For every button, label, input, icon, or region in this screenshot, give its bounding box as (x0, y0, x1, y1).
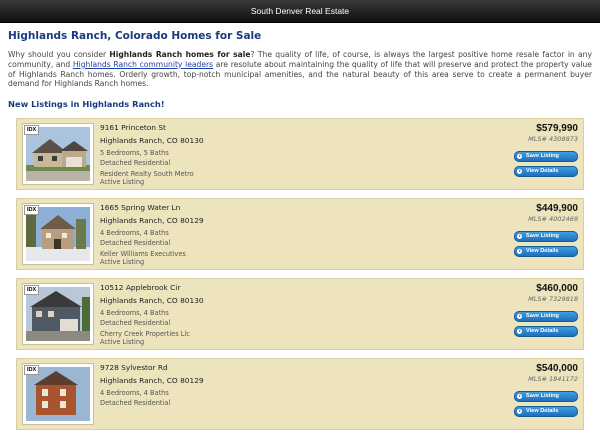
listing-mls: MLS# 4002469 (528, 215, 578, 223)
house-photo-image (26, 127, 90, 181)
listing-price: $449,900 (536, 203, 578, 214)
section-heading: New Listings in Highlands Ranch! (8, 99, 165, 110)
play-arrow-icon (517, 248, 522, 254)
listing-photo[interactable]: IDX (22, 363, 94, 425)
listings-list: IDX 9161 Princeton St Highlands Ranch, C… (16, 118, 584, 438)
save-listing-label: Save Listing (526, 153, 559, 159)
house-photo-image (26, 207, 90, 261)
save-listing-label: Save Listing (526, 313, 559, 319)
listing-street: 1665 Spring Water Ln (100, 203, 181, 212)
listing-info: 10512 Applebrook Cir Highlands Ranch, CO… (100, 283, 400, 346)
listing-agent: Cherry Creek Properties Llc (100, 330, 190, 338)
main-content: Highlands Ranch, Colorado Homes for Sale… (0, 30, 600, 109)
listing-card[interactable]: IDX 9161 Princeton St Highlands Ranch, C… (16, 118, 584, 190)
listing-price: $579,990 (536, 123, 578, 134)
idx-badge: IDX (24, 365, 40, 375)
house-photo-image (26, 367, 90, 421)
play-arrow-icon (517, 313, 522, 319)
listing-status: Active Listing (100, 338, 145, 346)
listing-photo[interactable]: IDX (22, 123, 94, 185)
listing-price: $540,000 (536, 363, 578, 374)
view-details-button[interactable]: View Details (514, 326, 578, 337)
listing-type: Detached Residential (100, 319, 171, 327)
listing-status: Active Listing (100, 258, 145, 266)
listing-city: Highlands Ranch, CO 80129 (100, 216, 204, 225)
listing-mls: MLS# 4308873 (528, 135, 578, 143)
community-leaders-link[interactable]: Highlands Ranch community leaders (73, 60, 213, 69)
idx-badge: IDX (24, 205, 40, 215)
house-photo-image (26, 287, 90, 341)
play-arrow-icon (517, 328, 522, 334)
save-listing-button[interactable]: Save Listing (514, 231, 578, 242)
listing-info: 1665 Spring Water Ln Highlands Ranch, CO… (100, 203, 400, 266)
listing-type: Detached Residential (100, 399, 171, 407)
listing-info: 9161 Princeton St Highlands Ranch, CO 80… (100, 123, 400, 186)
listing-beds-baths: 4 Bedrooms, 4 Baths (100, 229, 169, 237)
play-arrow-icon (517, 393, 522, 399)
app-header-bar: South Denver Real Estate (0, 0, 600, 23)
listing-price: $460,000 (536, 283, 578, 294)
listing-actions: $449,900 MLS# 4002469 Save Listing View … (478, 203, 578, 257)
listing-beds-baths: 4 Bedrooms, 4 Baths (100, 309, 169, 317)
listing-beds-baths: 5 Bedrooms, 5 Baths (100, 149, 169, 157)
listing-beds-baths: 4 Bedrooms, 4 Baths (100, 389, 169, 397)
listing-mls: MLS# 7329818 (528, 295, 578, 303)
play-arrow-icon (517, 408, 522, 414)
listing-info: 9728 Sylvestor Rd Highlands Ranch, CO 80… (100, 363, 400, 410)
play-arrow-icon (517, 153, 522, 159)
listing-agent: Keller Williams Executives (100, 250, 186, 258)
intro-paragraph: Why should you consider Highlands Ranch … (8, 50, 592, 89)
listing-actions: $540,000 MLS# 1841172 Save Listing View … (478, 363, 578, 417)
listing-photo[interactable]: IDX (22, 283, 94, 345)
listing-street: 10512 Applebrook Cir (100, 283, 181, 292)
listing-city: Highlands Ranch, CO 80130 (100, 136, 204, 145)
view-details-button[interactable]: View Details (514, 406, 578, 417)
listing-city: Highlands Ranch, CO 80129 (100, 376, 204, 385)
listing-status: Active Listing (100, 178, 145, 186)
listing-card[interactable]: IDX 9728 Sylvestor Rd Highlands Ranch, C… (16, 358, 584, 430)
listing-agent: Resident Realty South Metro (100, 170, 194, 178)
listing-mls: MLS# 1841172 (528, 375, 578, 383)
view-details-button[interactable]: View Details (514, 246, 578, 257)
listing-actions: $579,990 MLS# 4308873 Save Listing View … (478, 123, 578, 177)
view-details-label: View Details (526, 248, 559, 254)
listing-street: 9728 Sylvestor Rd (100, 363, 168, 372)
intro-bold-phrase: Highlands Ranch homes for sale (109, 50, 251, 59)
listing-city: Highlands Ranch, CO 80130 (100, 296, 204, 305)
view-details-label: View Details (526, 408, 559, 414)
play-arrow-icon (517, 168, 522, 174)
listing-street: 9161 Princeton St (100, 123, 166, 132)
view-details-label: View Details (526, 168, 559, 174)
save-listing-button[interactable]: Save Listing (514, 311, 578, 322)
idx-badge: IDX (24, 285, 40, 295)
save-listing-label: Save Listing (526, 233, 559, 239)
save-listing-button[interactable]: Save Listing (514, 151, 578, 162)
app-title: South Denver Real Estate (250, 6, 350, 16)
listing-type: Detached Residential (100, 159, 171, 167)
listing-type: Detached Residential (100, 239, 171, 247)
listing-card[interactable]: IDX 10512 Applebrook Cir Highlands Ranch… (16, 278, 584, 350)
listing-actions: $460,000 MLS# 7329818 Save Listing View … (478, 283, 578, 337)
save-listing-button[interactable]: Save Listing (514, 391, 578, 402)
view-details-button[interactable]: View Details (514, 166, 578, 177)
intro-text-start: Why should you consider (8, 50, 110, 59)
view-details-label: View Details (526, 328, 559, 334)
page-title: Highlands Ranch, Colorado Homes for Sale (8, 30, 262, 42)
listing-card[interactable]: IDX 1665 Spring Water Ln Highlands Ranch… (16, 198, 584, 270)
listing-photo[interactable]: IDX (22, 203, 94, 265)
play-arrow-icon (517, 233, 522, 239)
idx-badge: IDX (24, 125, 40, 135)
